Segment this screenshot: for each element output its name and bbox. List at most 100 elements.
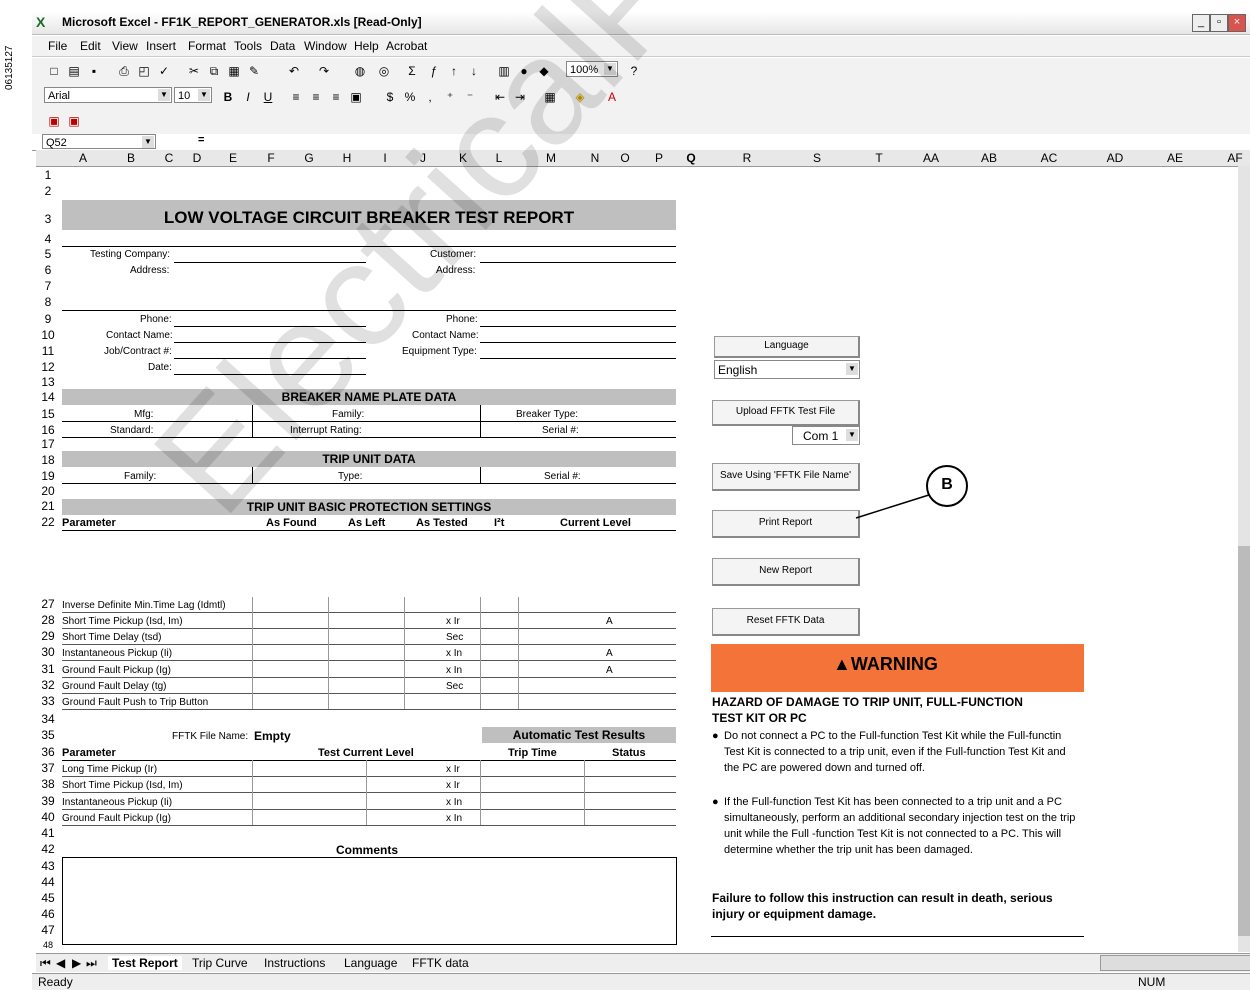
open-icon[interactable]: ▤	[66, 63, 82, 79]
col-header[interactable]: S	[806, 151, 828, 165]
row-header[interactable]: 31	[36, 662, 60, 676]
col-header[interactable]: Q	[680, 151, 702, 165]
horizontal-scrollbar[interactable]	[1100, 955, 1250, 971]
row-header[interactable]: 19	[36, 469, 60, 483]
col-header[interactable]: A	[72, 151, 94, 165]
spelling-icon[interactable]: ✓	[156, 63, 172, 79]
row-header[interactable]: 21	[36, 499, 60, 513]
col-header[interactable]: C	[158, 151, 180, 165]
print-report-button[interactable]: Print Report	[712, 510, 860, 538]
web-icon[interactable]: ◎	[376, 63, 392, 79]
merge-center-icon[interactable]: ▣	[348, 89, 364, 105]
menu-help[interactable]: Help	[354, 39, 379, 53]
align-left-icon[interactable]: ≡	[288, 89, 304, 105]
paste-icon[interactable]: ▦	[226, 63, 242, 79]
col-header[interactable]: P	[648, 151, 670, 165]
row-header[interactable]: 17	[36, 437, 60, 451]
row-header[interactable]: 44	[36, 875, 60, 889]
row-header[interactable]: 5	[36, 247, 60, 261]
row-header[interactable]: 11	[36, 344, 60, 358]
col-header[interactable]: AE	[1164, 151, 1186, 165]
row-header[interactable]: 14	[36, 390, 60, 404]
new-report-button[interactable]: New Report	[712, 558, 860, 586]
tab-instructions[interactable]: Instructions	[264, 956, 325, 970]
row-header[interactable]: 7	[36, 279, 60, 293]
print-icon[interactable]: ⎙	[116, 63, 132, 79]
bold-icon[interactable]: B	[220, 89, 236, 105]
col-header[interactable]: D	[186, 151, 208, 165]
row-header[interactable]: 9	[36, 312, 60, 326]
col-header[interactable]: E	[222, 151, 244, 165]
row-header[interactable]: 10	[36, 328, 60, 342]
row-header[interactable]: 18	[36, 453, 60, 467]
col-header[interactable]: AA	[920, 151, 942, 165]
tab-fftk-data[interactable]: FFTK data	[412, 956, 469, 970]
align-right-icon[interactable]: ≡	[328, 89, 344, 105]
row-header[interactable]: 47	[36, 923, 60, 937]
tab-language[interactable]: Language	[344, 956, 397, 970]
row-header[interactable]: 28	[36, 613, 60, 627]
row-header[interactable]: 8	[36, 295, 60, 309]
menu-view[interactable]: View	[112, 39, 138, 53]
hyperlink-icon[interactable]: ◍	[352, 63, 368, 79]
minimize-button[interactable]: _	[1192, 14, 1210, 32]
row-header[interactable]: 45	[36, 891, 60, 905]
row-header[interactable]: 20	[36, 484, 60, 498]
col-header[interactable]: R	[736, 151, 758, 165]
prev-sheet-icon[interactable]: ◀	[56, 956, 65, 970]
row-header[interactable]: 2	[36, 184, 60, 198]
row-header[interactable]: 48	[36, 940, 60, 950]
row-header[interactable]: 27	[36, 597, 60, 611]
menu-file[interactable]: File	[48, 39, 67, 53]
row-header[interactable]: 36	[36, 745, 60, 759]
com-port-select[interactable]: Com 1 ▼	[792, 426, 860, 445]
row-header[interactable]: 1	[36, 168, 60, 182]
tab-test-report[interactable]: Test Report	[108, 956, 182, 970]
row-header[interactable]: 12	[36, 360, 60, 374]
reset-fftk-button[interactable]: Reset FFTK Data	[712, 608, 860, 636]
pdf-email-icon[interactable]: ▣	[66, 113, 82, 129]
row-header[interactable]: 3	[36, 212, 60, 226]
col-header[interactable]: B	[120, 151, 142, 165]
row-header[interactable]: 22	[36, 515, 60, 529]
close-button[interactable]: ×	[1228, 14, 1246, 32]
row-header[interactable]: 13	[36, 375, 60, 389]
undo-icon[interactable]: ↶	[286, 63, 302, 79]
col-header[interactable]: AC	[1038, 151, 1060, 165]
row-header[interactable]: 35	[36, 728, 60, 742]
row-header[interactable]: 4	[36, 232, 60, 246]
tab-trip-curve[interactable]: Trip Curve	[192, 956, 248, 970]
menu-edit[interactable]: Edit	[80, 39, 101, 53]
menu-acrobat[interactable]: Acrobat	[386, 39, 427, 53]
menu-window[interactable]: Window	[304, 39, 347, 53]
cut-icon[interactable]: ✂	[186, 63, 202, 79]
align-center-icon[interactable]: ≡	[308, 89, 324, 105]
row-header[interactable]: 39	[36, 794, 60, 808]
currency-icon[interactable]: $	[382, 89, 398, 105]
new-icon[interactable]: □	[46, 63, 62, 79]
row-header[interactable]: 41	[36, 826, 60, 840]
row-header[interactable]: 16	[36, 423, 60, 437]
italic-icon[interactable]: I	[240, 89, 256, 105]
scroll-thumb[interactable]	[1238, 546, 1250, 936]
upload-button[interactable]: Upload FFTK Test File	[712, 400, 860, 426]
save-button[interactable]: Save Using 'FFTK File Name'	[712, 463, 860, 491]
autosum-icon[interactable]: Σ	[404, 63, 420, 79]
restore-button[interactable]: ▫	[1210, 14, 1228, 32]
preview-icon[interactable]: ◰	[136, 63, 152, 79]
col-header[interactable]: F	[260, 151, 282, 165]
row-header[interactable]: 6	[36, 263, 60, 277]
row-header[interactable]: 33	[36, 694, 60, 708]
menu-tools[interactable]: Tools	[234, 39, 262, 53]
next-sheet-icon[interactable]: ▶	[72, 956, 81, 970]
row-header[interactable]: 15	[36, 407, 60, 421]
redo-icon[interactable]: ↷	[316, 63, 332, 79]
row-header[interactable]: 37	[36, 761, 60, 775]
menu-data[interactable]: Data	[270, 39, 295, 53]
row-header[interactable]: 30	[36, 645, 60, 659]
last-sheet-icon[interactable]: ⏭	[86, 956, 97, 971]
row-header[interactable]: 32	[36, 678, 60, 692]
row-header[interactable]: 40	[36, 810, 60, 824]
col-header[interactable]: AD	[1104, 151, 1126, 165]
language-select[interactable]: English ▼	[714, 360, 860, 379]
